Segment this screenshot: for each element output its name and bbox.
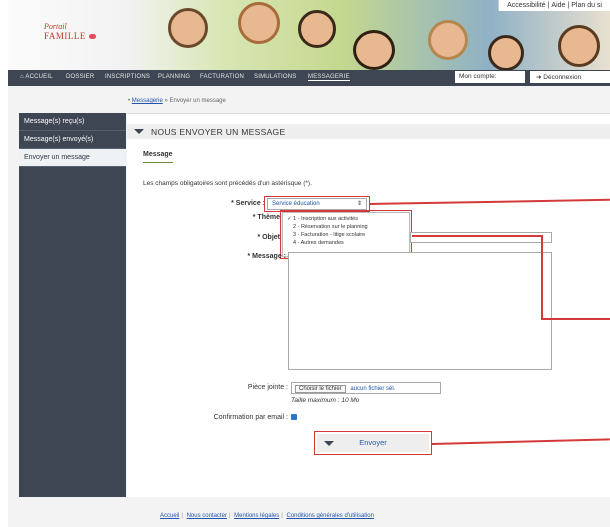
sidebar: Message(s) reçu(s) Message(s) envoyé(s) … (19, 113, 126, 497)
main-nav: ⌂ ACCUEIL DOSSIER INSCRIPTIONS PLANNING … (8, 70, 610, 86)
footer-accueil[interactable]: Accueil (160, 513, 179, 519)
breadcrumb-current: Envoyer un message (169, 98, 226, 104)
theme-label: * Thème (252, 214, 280, 221)
objet-label: * Objet (257, 234, 280, 241)
breadcrumb-messagerie[interactable]: Messagerie (132, 98, 163, 104)
portail-famille-logo[interactable]: Portail FAMILLE (44, 22, 96, 41)
logo-line2: FAMILLE (44, 31, 86, 41)
max-size-note: Taille maximum : 10 Mo (291, 397, 360, 404)
attachment-input[interactable]: Choisir le fichier aucun fichier sél. (291, 382, 441, 394)
account-select[interactable]: Mon compte: (455, 71, 525, 83)
message-textarea[interactable] (288, 252, 552, 370)
callout-line-theme-v (541, 235, 543, 319)
callout-line-theme-h (412, 235, 542, 237)
message-label: * Message : (247, 253, 286, 260)
nav-accueil[interactable]: ⌂ ACCUEIL (20, 74, 53, 80)
email-confirm-label: Confirmation par email : (213, 414, 288, 421)
logout-button[interactable]: ➜ Déconnexion (530, 71, 610, 83)
top-links: Accessibilité | Aide | Plan du si (498, 0, 610, 11)
sitemap-link[interactable]: Plan du si (571, 2, 602, 9)
service-label: * Service : (231, 200, 265, 207)
footer-cgu[interactable]: Conditions générales d'utilisation (286, 513, 374, 519)
objet-input[interactable] (410, 232, 552, 243)
accessibility-link[interactable]: Accessibilité (507, 2, 546, 9)
logo-line1: Portail (44, 22, 67, 31)
sidebar-item-sent[interactable]: Message(s) envoyé(s) (19, 131, 126, 149)
no-file-text: aucun fichier sél. (350, 386, 396, 392)
sidebar-item-send-message[interactable]: Envoyer un message (19, 149, 126, 167)
breadcrumb-separator: » (164, 98, 168, 104)
breadcrumb: • Messagerie » Envoyer un message (128, 98, 226, 104)
tab-message[interactable]: Message (143, 151, 173, 158)
footer-band (8, 497, 610, 527)
logo-mark-icon (88, 34, 96, 39)
nav-facturation[interactable]: FACTURATION (200, 74, 244, 80)
panel-title: NOUS ENVOYER UN MESSAGE (127, 124, 610, 139)
breadcrumb-bullet: • (128, 98, 131, 104)
sidebar-item-received[interactable]: Message(s) reçu(s) (19, 113, 126, 131)
nav-messagerie[interactable]: MESSAGERIE (308, 74, 350, 81)
nav-dossier[interactable]: DOSSIER (66, 74, 94, 80)
send-highlight-box (314, 431, 432, 455)
footer-mentions[interactable]: Mentions légales (234, 513, 279, 519)
nav-inscriptions[interactable]: INSCRIPTIONS (105, 74, 150, 80)
choose-file-button[interactable]: Choisir le fichier (295, 385, 346, 393)
footer-links: Accueil | Nous contacter | Mentions légale… (160, 513, 374, 519)
attachment-label: Pièce jointe : (247, 384, 288, 391)
nav-simulations[interactable]: SIMULATIONS (254, 74, 296, 80)
email-confirm-checkbox[interactable] (291, 414, 297, 420)
logout-icon: ➜ (536, 74, 542, 81)
help-link[interactable]: Aide (551, 2, 565, 9)
footer-contact[interactable]: Nous contacter (187, 513, 227, 519)
callout-line-theme-h2 (541, 318, 610, 320)
header-banner: Portail FAMILLE Accessibilité | Aide | Plan … (8, 0, 610, 70)
mandatory-note: Les champs obligatoires sont précédés d'… (143, 180, 312, 187)
collapse-triangle-icon (134, 129, 144, 134)
tab-underline (143, 162, 173, 163)
home-icon: ⌂ (20, 74, 24, 80)
nav-planning[interactable]: PLANNING (158, 74, 190, 80)
